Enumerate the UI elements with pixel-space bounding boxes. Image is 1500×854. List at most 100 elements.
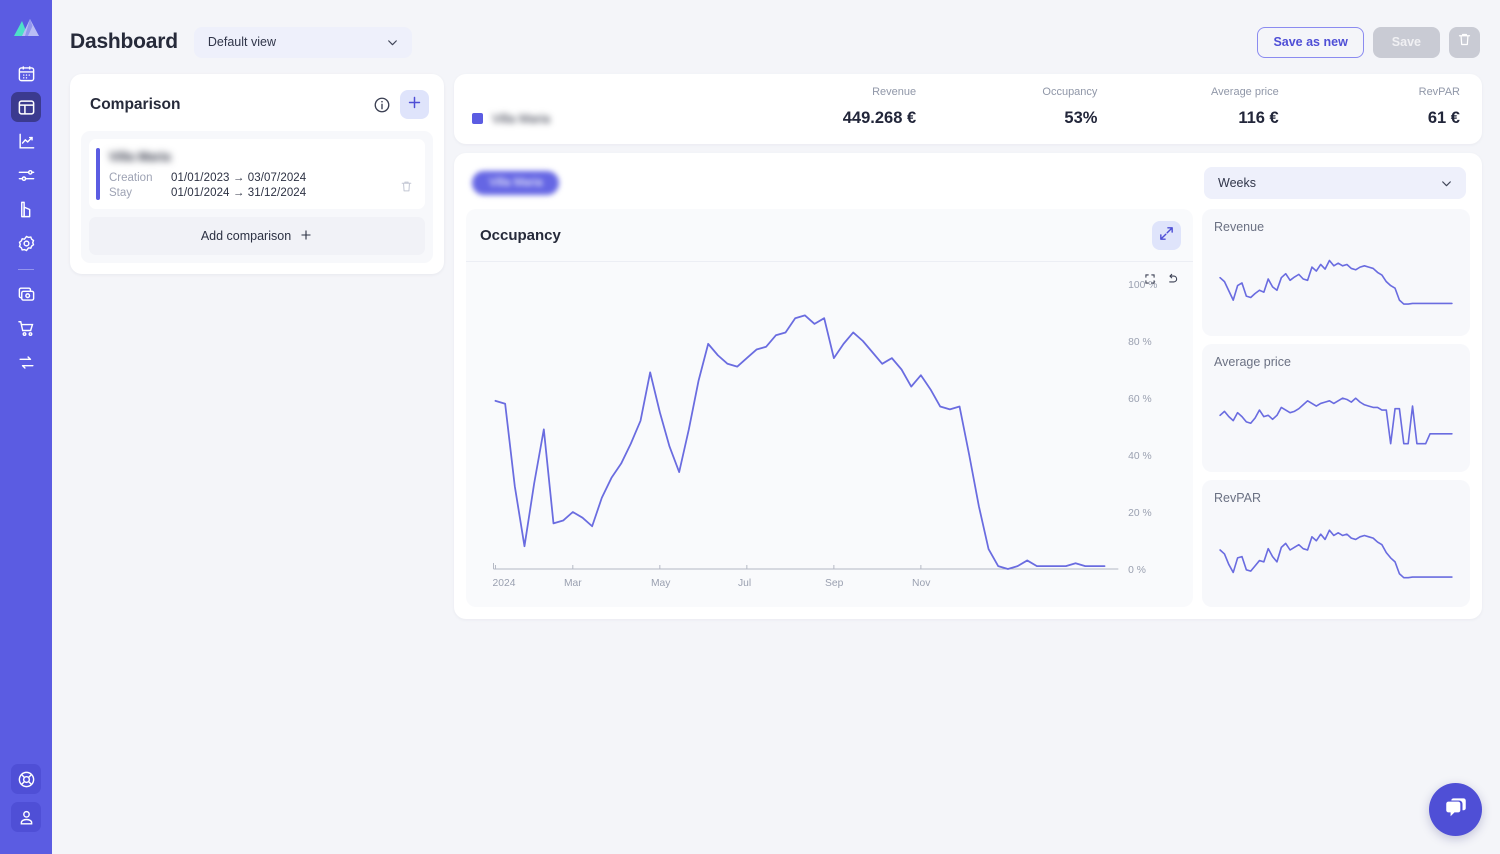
add-comparison-icon-button[interactable]	[400, 90, 429, 119]
kpi-header-revpar: RevPAR	[1418, 86, 1460, 98]
report-icon	[17, 200, 36, 219]
average-price-sparkline	[1219, 397, 1453, 445]
mini-chart-title: Average price	[1214, 355, 1291, 370]
lifebuoy-icon	[17, 770, 36, 789]
sidebar-item-help[interactable]	[11, 764, 41, 794]
expand-chart-button[interactable]	[1152, 221, 1181, 250]
granularity-select[interactable]: Weeks	[1204, 167, 1466, 199]
svg-text:60 %: 60 %	[1128, 394, 1151, 405]
occupancy-chart-panel: Occupancy 0 % 20 % 40 % 60 % 80 % 100 % …	[466, 209, 1193, 607]
page-header: Dashboard Default view Save as new Save	[52, 0, 1500, 62]
chat-widget-button[interactable]	[1429, 783, 1482, 836]
comparison-panel: Comparison Villa Maria Creation 01/01/20…	[70, 74, 444, 274]
zoom-box-icon	[1143, 272, 1157, 291]
mini-chart-title: Revenue	[1214, 220, 1265, 234]
cart-icon	[17, 319, 36, 338]
revpar-sparkline	[1219, 529, 1453, 579]
chart-toolbar: Villa Maria Weeks	[466, 165, 1470, 209]
add-comparison-label: Add comparison	[200, 229, 292, 243]
kpi-value-revenue: 449.268 €	[842, 109, 917, 127]
plus-icon	[406, 94, 423, 116]
revenue-sparkline	[1219, 259, 1453, 305]
add-comparison-button[interactable]: Add comparison	[89, 217, 425, 255]
kpi-header-revenue: Revenue	[872, 86, 917, 98]
charts-wrap: Occupancy 0 % 20 % 40 % 60 % 80 % 100 % …	[466, 209, 1470, 607]
mini-charts-column: Revenue Average price RevPAR	[1202, 209, 1470, 607]
main-area: Dashboard Default view Save as new Save	[52, 0, 1500, 854]
sidebar-item-analytics[interactable]	[11, 126, 41, 156]
comparison-body: Villa Maria Creation 01/01/2023 → 03/07/…	[81, 131, 433, 263]
mini-chart-revpar[interactable]: RevPAR	[1202, 479, 1470, 607]
mini-chart-average-price[interactable]: Average price	[1202, 344, 1470, 472]
comparison-creation-row: Creation 01/01/2023 → 03/07/2024	[109, 172, 414, 184]
analytics-chart-icon	[17, 132, 36, 151]
save-button[interactable]: Save	[1372, 26, 1440, 58]
occupancy-chart-header: Occupancy	[466, 209, 1193, 262]
comparison-header-actions	[373, 90, 429, 119]
kpi-series-name: Villa Maria	[472, 109, 735, 128]
sidebar-bottom-group	[0, 764, 52, 836]
occupancy-chart-body: 0 % 20 % 40 % 60 % 80 % 100 % 2024 Mar May Jul Sep…	[466, 262, 1193, 607]
occupancy-line-chart[interactable]: 0 %20 %40 %60 %80 %100 %2024 Mar May Jul Sep…	[466, 262, 1193, 607]
granularity-value: Weeks	[1218, 176, 1256, 190]
sidebar-item-calendar[interactable]	[11, 58, 41, 88]
sidebar-item-reports[interactable]	[11, 194, 41, 224]
svg-text:40 %: 40 %	[1128, 451, 1151, 462]
trash-icon	[1457, 32, 1472, 52]
chart-tool-icons	[1143, 272, 1179, 291]
sidebar-divider	[18, 269, 34, 270]
undo-button[interactable]	[1165, 272, 1179, 291]
kpi-value-revpar: 61 €	[1427, 109, 1460, 127]
chat-bubbles-icon	[1443, 794, 1469, 825]
expand-arrows-icon	[1158, 225, 1175, 247]
app-root: Dashboard Default view Save as new Save	[0, 0, 1500, 854]
sidebar-item-settings-sliders[interactable]	[11, 160, 41, 190]
svg-text:0 %: 0 %	[1128, 565, 1146, 576]
kpi-header-row: Revenue Occupancy Average price RevPAR	[472, 86, 1460, 109]
chevron-down-icon	[386, 36, 399, 49]
mini-chart-revenue[interactable]: Revenue	[1202, 209, 1470, 337]
svg-text:80 %: 80 %	[1128, 337, 1151, 348]
comparison-item-accent	[96, 148, 100, 200]
right-column: Revenue Occupancy Average price RevPAR V…	[454, 74, 1482, 619]
view-select[interactable]: Default view	[193, 26, 412, 58]
mini-chart-title: RevPAR	[1214, 490, 1262, 505]
undo-arrow-icon	[1165, 272, 1179, 291]
delete-view-button[interactable]	[1449, 26, 1480, 58]
comparison-creation-label: Creation	[109, 172, 153, 184]
series-filter-chip[interactable]: Villa Maria	[472, 171, 560, 195]
comparison-stay-row: Stay 01/01/2024 → 31/12/2024	[109, 187, 414, 199]
comparison-item[interactable]: Villa Maria Creation 01/01/2023 → 03/07/…	[89, 139, 425, 209]
user-icon	[17, 808, 36, 827]
svg-text:20 %: 20 %	[1128, 508, 1151, 519]
kpi-header-average-price: Average price	[1211, 86, 1279, 98]
series-color-swatch	[472, 113, 483, 124]
zoom-reset-button[interactable]	[1143, 272, 1157, 291]
sidebar-item-account[interactable]	[11, 802, 41, 832]
svg-text:2024: 2024	[493, 578, 516, 589]
comparison-creation-value: 01/01/2023 → 03/07/2024	[171, 172, 307, 184]
comparison-info-button[interactable]	[373, 96, 391, 114]
svg-text:Mar: Mar	[564, 578, 582, 589]
plus-icon	[299, 228, 313, 245]
dashboard-icon	[17, 98, 36, 117]
sidebar-item-configuration[interactable]	[11, 228, 41, 258]
comparison-stay-label: Stay	[109, 187, 133, 199]
info-icon	[373, 96, 391, 114]
charts-card: Villa Maria Weeks Occupancy 0 % 20 % 40 …	[454, 153, 1482, 619]
sidebar-item-billing[interactable]	[11, 279, 41, 309]
sidebar-item-dashboard[interactable]	[11, 92, 41, 122]
comparison-title: Comparison	[90, 95, 181, 113]
svg-text:Nov: Nov	[912, 578, 931, 589]
sidebar-item-sync[interactable]	[11, 347, 41, 377]
occupancy-chart-title: Occupancy	[480, 227, 561, 244]
sidebar-item-shop[interactable]	[11, 313, 41, 343]
chevron-down-icon	[1440, 177, 1453, 190]
save-as-new-button[interactable]: Save as new	[1257, 26, 1364, 58]
comparison-item-delete-button[interactable]	[400, 180, 413, 198]
kpi-value-row: Villa Maria 449.268 € 53% 116 € 61 €	[472, 109, 1460, 128]
comparison-stay-value: 01/01/2024 → 31/12/2024	[171, 187, 307, 199]
kpi-value-occupancy: 53%	[1064, 109, 1098, 127]
svg-text:May: May	[651, 578, 671, 589]
header-actions: Save as new Save	[1257, 26, 1480, 58]
